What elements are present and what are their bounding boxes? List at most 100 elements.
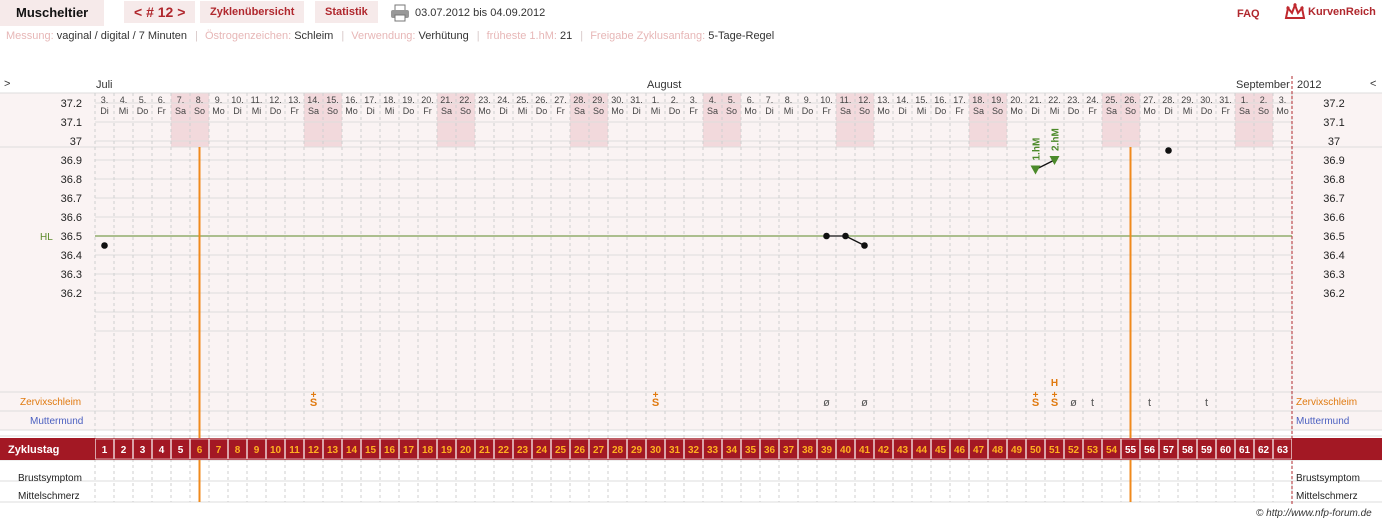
temperature-point [823, 232, 830, 240]
date-label: 21. [1029, 95, 1042, 105]
y-tick-label: 37.1 [61, 117, 82, 129]
weekday-label: Mi [651, 106, 661, 116]
weekday-label: Fr [157, 106, 166, 116]
date-label: 2. [671, 95, 679, 105]
weekday-label: Mi [917, 106, 927, 116]
estrogen-label: Östrogenzeichen: [204, 30, 292, 42]
credit[interactable]: © http://www.nfp-forum.de [1256, 508, 1372, 519]
cycle-day-number: 17 [403, 445, 415, 456]
cycle-day-number: 60 [1220, 445, 1232, 456]
cycle-day-number: 18 [422, 445, 434, 456]
weekday-label: Mi [518, 106, 528, 116]
cycle-day-number: 16 [384, 445, 396, 456]
cycle-day-number: 30 [650, 445, 662, 456]
cycle-day-number: 28 [612, 445, 624, 456]
weekday-label: So [1125, 106, 1136, 116]
y-tick-label: 36.6 [61, 212, 82, 224]
weekday-label: So [593, 106, 604, 116]
weekday-label: Fr [1088, 106, 1097, 116]
printer-icon[interactable] [390, 4, 410, 22]
date-label: 5. [139, 95, 147, 105]
date-label: 25. [1105, 95, 1118, 105]
y-tick-label: 36.9 [61, 155, 82, 167]
cycle-day-number: 54 [1106, 445, 1118, 456]
date-label: 10. [231, 95, 244, 105]
cycle-day-number: 50 [1030, 445, 1042, 456]
y-tick-label: 36.2 [61, 288, 82, 300]
cycle-nav[interactable]: < # 12 > [124, 1, 196, 23]
y-tick-label-right: 36.9 [1323, 155, 1344, 167]
cycle-day-number: 61 [1239, 445, 1251, 456]
tab-statistics[interactable]: Statistik [315, 1, 378, 23]
cycle-day-number: 59 [1201, 445, 1213, 456]
cycle-day-number: 58 [1182, 445, 1194, 456]
cycle-day-number: 6 [197, 445, 203, 456]
y-tick-label: 36.4 [61, 250, 82, 262]
cycle-day-number: 35 [745, 445, 757, 456]
cycle-day-number: 26 [574, 445, 586, 456]
mucus-symbol: ø [1070, 397, 1077, 409]
date-label: 28. [573, 95, 586, 105]
date-label: 29. [1181, 95, 1194, 105]
cycle-day-number: 47 [973, 445, 985, 456]
weekday-label: Do [1068, 106, 1080, 116]
cycle-day-number: 7 [216, 445, 222, 456]
weekday-label: So [726, 106, 737, 116]
date-label: 21. [440, 95, 453, 105]
weekday-label: Sa [973, 106, 984, 116]
cycle-day-number: 63 [1277, 445, 1289, 456]
mucus-peak-label: H [1051, 378, 1058, 389]
weekday-label: Di [366, 106, 375, 116]
weekday-label: Sa [1106, 106, 1117, 116]
cycle-day-number: 37 [783, 445, 795, 456]
crown-icon[interactable] [1284, 3, 1306, 21]
weekday-label: Mi [119, 106, 129, 116]
y-tick-label-right: 36.6 [1323, 212, 1344, 224]
temperature-point [861, 242, 868, 249]
cycle-day-number: 15 [365, 445, 377, 456]
date-label: 6. [747, 95, 755, 105]
date-label: 7. [766, 95, 774, 105]
weekday-label: Mo [877, 106, 890, 116]
faq-link[interactable]: FAQ [1237, 8, 1260, 20]
date-label: 19. [402, 95, 415, 105]
mucus-symbol: t [1148, 397, 1151, 409]
cycle-day-number: 9 [254, 445, 260, 456]
cycle-day-number: 32 [688, 445, 700, 456]
date-label: 13. [877, 95, 890, 105]
coverline-label: HL [40, 232, 53, 243]
earliest-hm-label: früheste 1.hM: [486, 30, 557, 42]
weekday-label: Fr [822, 106, 831, 116]
y-tick-label-right: 36.3 [1323, 269, 1344, 281]
cycle-day-number: 48 [992, 445, 1004, 456]
date-label: 22. [459, 95, 472, 105]
brand-label[interactable]: KurvenReich [1308, 6, 1376, 18]
mucus-plus: + [311, 390, 317, 401]
cycle-day-number: 29 [631, 445, 643, 456]
date-label: 3. [101, 95, 109, 105]
date-label: 26. [1124, 95, 1137, 105]
weekday-label: Mo [478, 106, 491, 116]
cycle-day-number: 49 [1011, 445, 1023, 456]
tab-cycle-overview[interactable]: Zyklenübersicht [200, 1, 305, 23]
release-label: Freigabe Zyklusanfang: [590, 30, 706, 42]
date-label: 23. [478, 95, 491, 105]
weekday-label: Do [403, 106, 415, 116]
y-tick-label: 36.5 [61, 231, 82, 243]
y-tick-label-right: 37 [1328, 136, 1340, 148]
nav-left-arrow: > [4, 78, 10, 90]
cycle-day-number: 3 [140, 445, 146, 456]
weekday-label: Sa [574, 106, 585, 116]
date-label: 16. [345, 95, 358, 105]
weekday-label: Sa [308, 106, 319, 116]
weekday-label: Mo [212, 106, 225, 116]
weekday-label: Sa [840, 106, 851, 116]
date-label: 12. [269, 95, 282, 105]
cycle-day-number: 21 [479, 445, 491, 456]
row-label-breast-right: Brustsymptom [1296, 473, 1360, 484]
cycle-day-number: 51 [1049, 445, 1061, 456]
cycle-day-number: 52 [1068, 445, 1080, 456]
date-label: 2. [1260, 95, 1268, 105]
weekday-label: Sa [441, 106, 452, 116]
cycle-day-number: 41 [859, 445, 871, 456]
